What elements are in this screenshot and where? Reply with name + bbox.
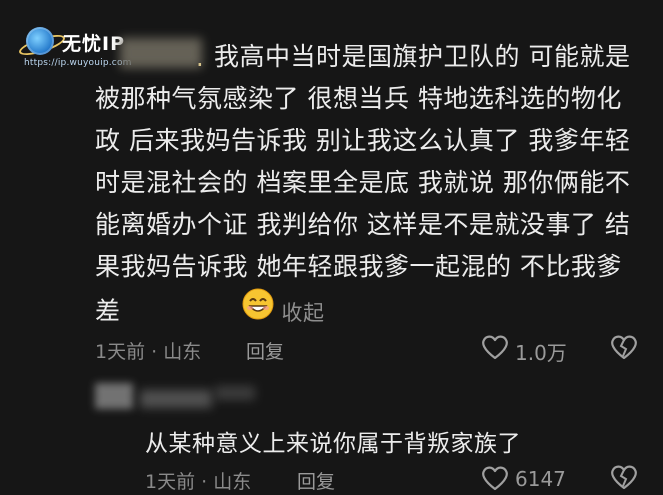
collapse-link[interactable]: 收起 bbox=[282, 301, 325, 325]
reply-time-location: 1天前 · 山东 bbox=[145, 471, 252, 493]
watermark-planet-icon bbox=[26, 27, 54, 55]
comment-text: 我高中当时是国旗护卫队的 可能就是被那种气氛感染了 很想当兵 特地选科选的物化政… bbox=[95, 42, 631, 326]
reply-like-count: 6147 bbox=[515, 467, 566, 491]
comment-body: 我高中当时是国旗护卫队的 可能就是被那种气氛感染了 很想当兵 特地选科选的物化政… bbox=[95, 36, 640, 337]
reply-text: 从某种意义上来说你属于背叛家族了 bbox=[145, 431, 521, 457]
reply-avatar-blurred[interactable] bbox=[95, 383, 133, 409]
dislike-broken-heart-icon[interactable] bbox=[610, 333, 638, 365]
reply-like-heart-icon[interactable] bbox=[481, 465, 509, 495]
reply-button[interactable]: 回复 bbox=[246, 337, 284, 364]
reply-username-blurred bbox=[140, 390, 212, 408]
like-count: 1.0万 bbox=[515, 341, 567, 365]
reply-username-blurred-2 bbox=[215, 386, 255, 400]
reply-dislike-broken-heart-icon[interactable] bbox=[610, 463, 638, 495]
like-heart-icon[interactable] bbox=[481, 334, 509, 364]
smiling-face-emoji-icon bbox=[123, 288, 274, 333]
comment-time-location: 1天前 · 山东 bbox=[95, 341, 202, 363]
reply-reply-button[interactable]: 回复 bbox=[297, 467, 335, 494]
